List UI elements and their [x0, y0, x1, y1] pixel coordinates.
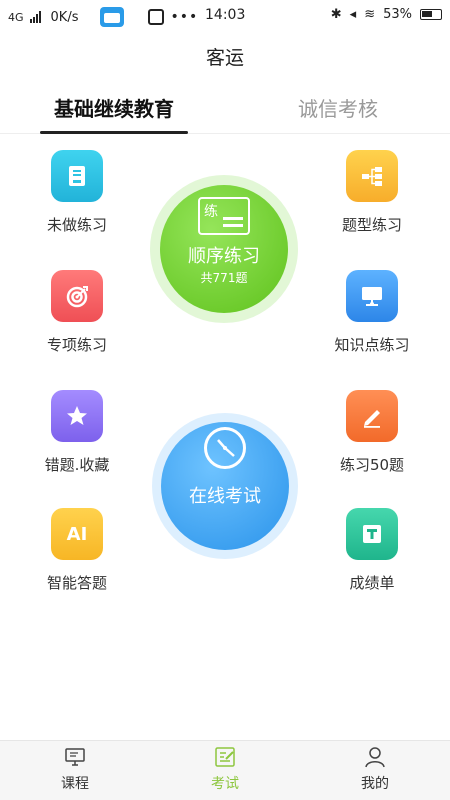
- unpracticed-item[interactable]: 未做练习: [22, 150, 132, 235]
- nav-exam[interactable]: 考试: [185, 745, 265, 793]
- network-speed: 0K/s: [50, 9, 79, 25]
- nav-courses[interactable]: 课程: [35, 745, 115, 793]
- active-tab-indicator: [40, 131, 188, 134]
- presentation-icon: [346, 270, 398, 322]
- tab-bar: 基础继续教育 诚信考核: [0, 86, 450, 134]
- item-label: 知识点练习: [334, 336, 410, 354]
- scorecard-icon: [346, 508, 398, 560]
- nav-mine[interactable]: 我的: [335, 745, 415, 793]
- online-exam-button[interactable]: 在线考试: [161, 422, 289, 550]
- item-label: 专项练习: [46, 336, 107, 354]
- blackboard-line: [223, 224, 243, 227]
- score-report-item[interactable]: 成绩单: [317, 508, 427, 593]
- tab-label: 诚信考核: [298, 97, 378, 121]
- wifi-icon: ≋: [364, 7, 376, 22]
- status-bar-left: 4G 0K/s •••: [8, 7, 198, 27]
- item-label: 智能答题: [46, 574, 107, 592]
- star-icon: [51, 390, 103, 442]
- blackboard-char: 练: [204, 204, 218, 220]
- item-label: 题型练习: [341, 216, 402, 234]
- network-type: 4G: [8, 10, 24, 24]
- pencil-icon: [346, 390, 398, 442]
- nav-label: 考试: [211, 776, 239, 792]
- tab-credit-assessment[interactable]: 诚信考核: [290, 94, 386, 134]
- battery-icon: [420, 9, 442, 20]
- bottom-nav: 课程 考试 我的: [0, 740, 450, 800]
- status-bar-right: ✱ ◂ ≋ 53%: [331, 7, 442, 22]
- notification-app-icon: [148, 9, 165, 25]
- online-exam-title: 在线考试: [189, 486, 261, 507]
- smart-answer-item[interactable]: AI 智能答题: [22, 508, 132, 593]
- person-icon: [363, 745, 387, 769]
- flowchart-icon: [346, 150, 398, 202]
- ai-icon: AI: [51, 508, 103, 560]
- knowledge-point-item[interactable]: 知识点练习: [317, 270, 427, 355]
- app-header: 客运: [0, 32, 450, 84]
- sequential-practice-title: 顺序练习: [188, 246, 260, 267]
- ai-icon-text: AI: [66, 523, 88, 545]
- more-notifications-icon: •••: [170, 9, 199, 25]
- mistakes-favorites-item[interactable]: 错题.收藏: [22, 390, 132, 475]
- blackboard-line: [223, 217, 243, 220]
- signal-icon: [29, 11, 41, 23]
- calendar-app-icon: [100, 7, 125, 27]
- question-count: 共771题: [200, 271, 248, 285]
- nav-label: 我的: [361, 776, 389, 792]
- monitor-icon: [63, 745, 87, 769]
- item-label: 未做练习: [46, 216, 107, 234]
- special-practice-item[interactable]: 专项练习: [22, 270, 132, 355]
- document-icon: [51, 150, 103, 202]
- item-label: 成绩单: [349, 574, 395, 592]
- nav-label: 课程: [61, 776, 89, 792]
- clock: 14:03: [205, 7, 246, 23]
- tab-label: 基础继续教育: [54, 97, 174, 121]
- mute-icon: ◂: [349, 7, 357, 22]
- page-title: 客运: [205, 47, 244, 69]
- blackboard-icon: 练: [198, 197, 250, 235]
- practice-50-item[interactable]: 练习50题: [317, 390, 427, 475]
- item-label: 练习50题: [339, 456, 405, 474]
- item-label: 错题.收藏: [44, 456, 110, 474]
- tab-basic-education[interactable]: 基础继续教育: [40, 94, 188, 134]
- status-bar: 4G 0K/s ••• 14:03 ✱ ◂ ≋ 53%: [0, 0, 450, 32]
- question-type-item[interactable]: 题型练习: [317, 150, 427, 235]
- battery-level: 53%: [383, 7, 412, 22]
- sequential-practice-button[interactable]: 练 顺序练习 共771题: [160, 185, 288, 313]
- target-icon: [51, 270, 103, 322]
- exam-icon: [213, 745, 237, 769]
- bluetooth-icon: ✱: [330, 7, 342, 22]
- clock-icon: [204, 427, 246, 469]
